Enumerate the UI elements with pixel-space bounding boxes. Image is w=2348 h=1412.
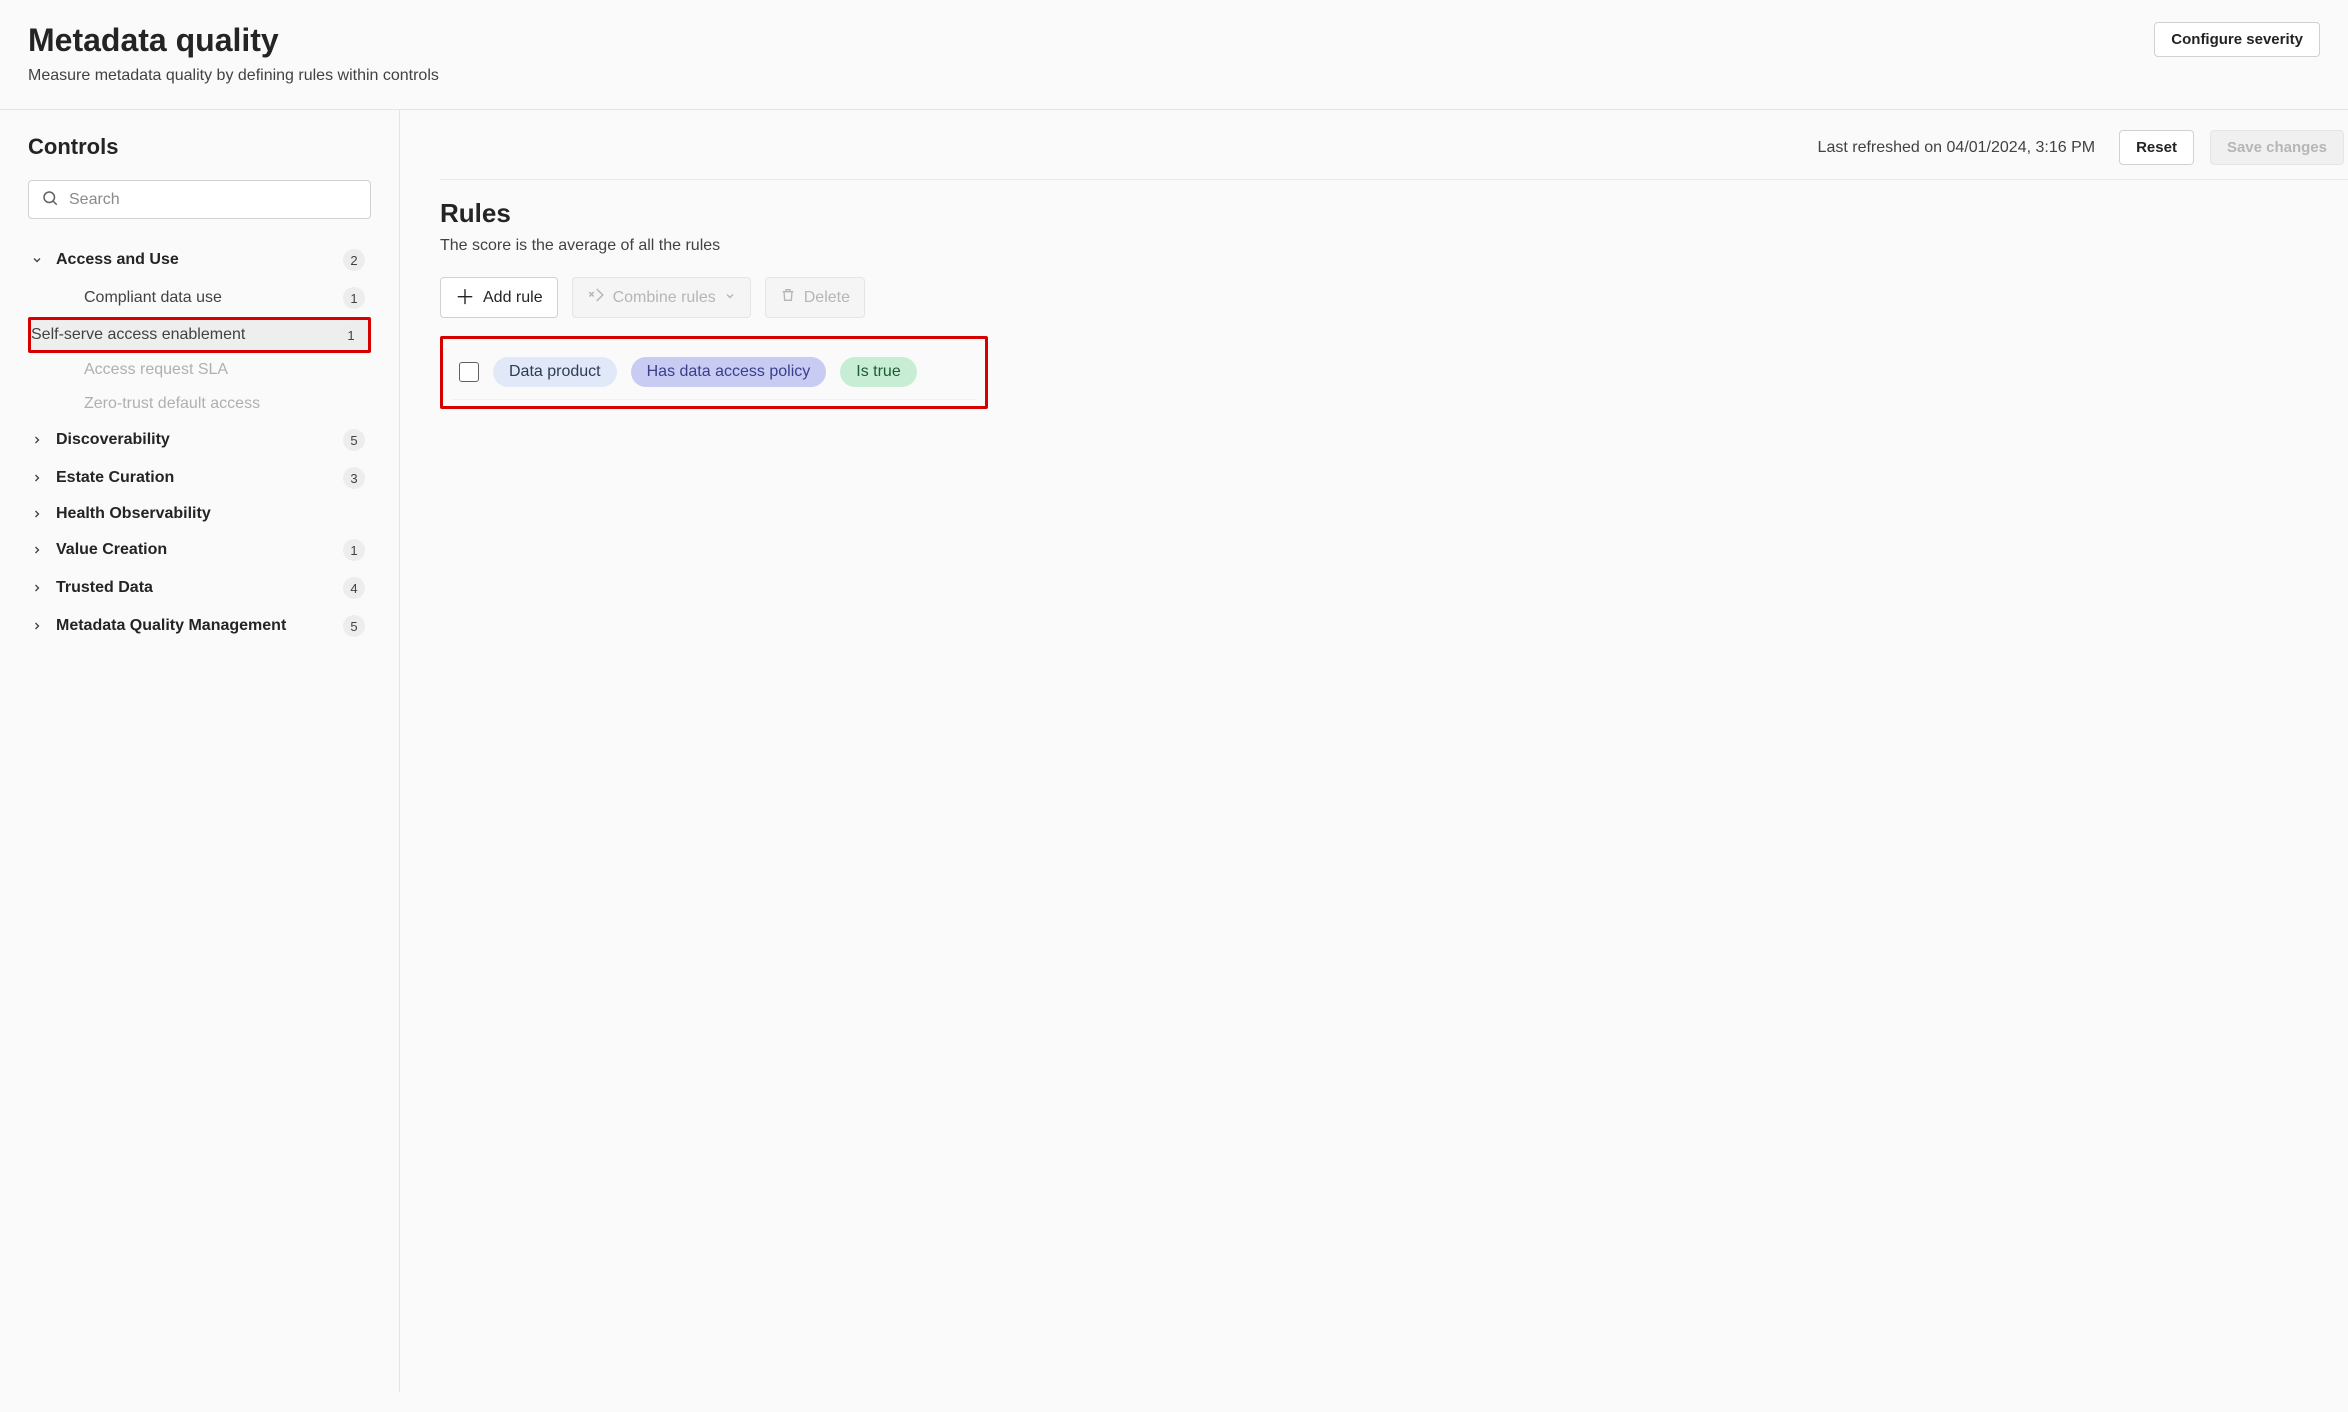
delete-button[interactable]: Delete: [765, 277, 865, 318]
chevron-right-icon: [28, 544, 46, 556]
sidebar-title: Controls: [28, 134, 371, 160]
count-badge: 2: [343, 249, 365, 271]
save-changes-button[interactable]: Save changes: [2210, 130, 2344, 165]
tree-group-trusted-data[interactable]: Trusted Data 4: [28, 569, 371, 607]
rule-checkbox[interactable]: [459, 362, 479, 382]
chevron-right-icon: [28, 434, 46, 446]
rule-row-highlight: Data product Has data access policy Is t…: [440, 336, 988, 409]
plus-icon: ＋: [455, 288, 475, 308]
tree-item-self-serve-access-enablement[interactable]: Self-serve access enablement 1: [28, 317, 371, 353]
tree-item-access-request-sla[interactable]: Access request SLA: [28, 353, 371, 387]
tree-item-label: Zero-trust default access: [84, 395, 365, 413]
tree-item-zero-trust-default-access[interactable]: Zero-trust default access: [28, 387, 371, 421]
chevron-right-icon: [28, 620, 46, 632]
tree-item-label: Self-serve access enablement: [31, 326, 330, 344]
combine-rules-button[interactable]: Combine rules: [572, 277, 751, 318]
page-title: Metadata quality: [28, 22, 439, 59]
tree-item-compliant-data-use[interactable]: Compliant data use 1: [28, 279, 371, 317]
tree-group-label: Trusted Data: [56, 579, 333, 597]
tree-group-label: Estate Curation: [56, 469, 333, 487]
rules-toolbar: ＋ Add rule Combine rules Dele: [440, 277, 2348, 318]
tree-group-label: Access and Use: [56, 251, 333, 269]
main-panel: Last refreshed on 04/01/2024, 3:16 PM Re…: [400, 110, 2348, 1392]
configure-severity-button[interactable]: Configure severity: [2154, 22, 2320, 57]
chevron-right-icon: [28, 582, 46, 594]
add-rule-button[interactable]: ＋ Add rule: [440, 277, 558, 318]
count-badge: 5: [343, 429, 365, 451]
search-input-wrapper[interactable]: [28, 180, 371, 219]
page-subtitle: Measure metadata quality by defining rul…: [28, 67, 439, 85]
trash-icon: [780, 287, 796, 308]
controls-tree: Access and Use 2 Compliant data use 1 Se…: [28, 241, 371, 645]
rule-pill-value: Is true: [840, 357, 916, 387]
chevron-right-icon: [28, 472, 46, 484]
tree-group-metadata-quality-management[interactable]: Metadata Quality Management 5: [28, 607, 371, 645]
combine-rules-label: Combine rules: [613, 289, 716, 307]
rules-subtitle: The score is the average of all the rule…: [440, 237, 2348, 255]
combine-icon: [587, 286, 605, 309]
count-badge: 4: [343, 577, 365, 599]
tree-group-label: Metadata Quality Management: [56, 617, 333, 635]
controls-sidebar: Controls Access and Use 2 Compliant data…: [0, 110, 400, 1392]
tree-item-label: Access request SLA: [84, 361, 365, 379]
tree-group-label: Discoverability: [56, 431, 333, 449]
tree-group-health-observability[interactable]: Health Observability: [28, 497, 371, 531]
chevron-down-icon: [28, 254, 46, 266]
chevron-right-icon: [28, 508, 46, 520]
rule-row[interactable]: Data product Has data access policy Is t…: [451, 345, 977, 400]
page-header: Metadata quality Measure metadata qualit…: [0, 0, 2348, 110]
tree-group-label: Health Observability: [56, 505, 365, 523]
main-topbar: Last refreshed on 04/01/2024, 3:16 PM Re…: [440, 130, 2348, 180]
reset-button[interactable]: Reset: [2119, 130, 2194, 165]
count-badge: 5: [343, 615, 365, 637]
rule-pill-entity: Data product: [493, 357, 617, 387]
count-badge: 1: [340, 324, 362, 346]
tree-group-access-and-use[interactable]: Access and Use 2: [28, 241, 371, 279]
tree-item-label: Compliant data use: [84, 289, 333, 307]
delete-label: Delete: [804, 289, 850, 307]
rule-pill-condition: Has data access policy: [631, 357, 827, 387]
search-icon: [41, 189, 59, 210]
tree-group-discoverability[interactable]: Discoverability 5: [28, 421, 371, 459]
add-rule-label: Add rule: [483, 289, 543, 307]
tree-group-label: Value Creation: [56, 541, 333, 559]
rules-title: Rules: [440, 198, 2348, 229]
chevron-down-icon: [724, 289, 736, 307]
tree-group-value-creation[interactable]: Value Creation 1: [28, 531, 371, 569]
count-badge: 1: [343, 539, 365, 561]
tree-group-estate-curation[interactable]: Estate Curation 3: [28, 459, 371, 497]
count-badge: 1: [343, 287, 365, 309]
search-input[interactable]: [69, 191, 358, 209]
rules-section: Rules The score is the average of all th…: [440, 198, 2348, 409]
last-refreshed-text: Last refreshed on 04/01/2024, 3:16 PM: [1818, 139, 2096, 157]
count-badge: 3: [343, 467, 365, 489]
